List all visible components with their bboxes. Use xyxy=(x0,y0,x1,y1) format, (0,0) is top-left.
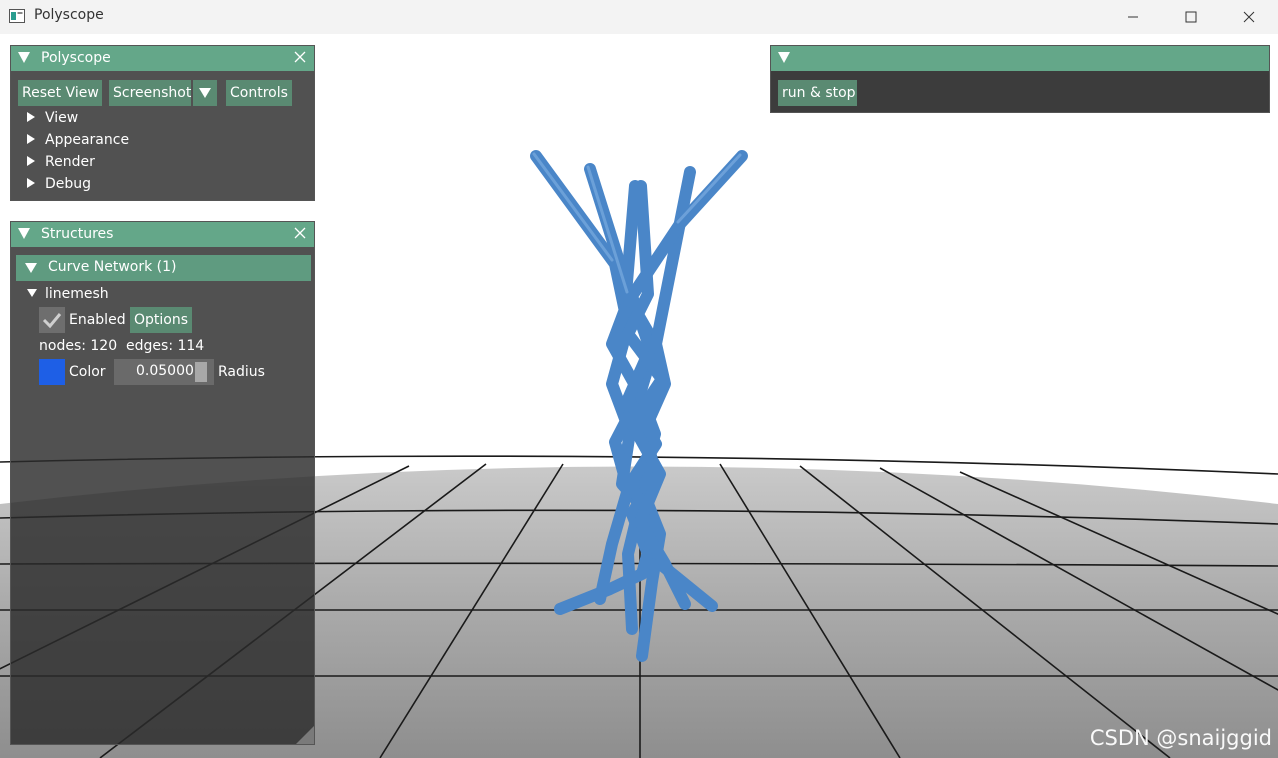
collapse-triangle-icon xyxy=(27,289,37,297)
mesh-stats: nodes: 120 edges: 114 xyxy=(39,338,205,354)
slider-handle[interactable] xyxy=(195,362,207,382)
collapse-triangle-icon[interactable] xyxy=(18,52,30,63)
radius-value: 0.05000 xyxy=(136,363,194,379)
app-icon xyxy=(9,9,25,23)
close-window-button[interactable] xyxy=(1220,0,1278,34)
group-title: Curve Network (1) xyxy=(48,259,177,275)
color-swatch[interactable] xyxy=(39,359,65,385)
screenshot-button[interactable]: Screenshot xyxy=(109,80,191,106)
polyscope-panel: Polyscope Reset View Screenshot Controls… xyxy=(10,45,315,201)
radius-slider[interactable]: 0.05000 xyxy=(114,359,214,385)
tree-item-linemesh[interactable]: linemesh xyxy=(27,286,109,302)
enabled-checkbox[interactable] xyxy=(39,307,65,333)
run-stop-button[interactable]: run & stop xyxy=(778,80,857,106)
chevron-down-icon xyxy=(199,88,211,98)
tree-item-view[interactable]: View xyxy=(27,110,78,126)
controls-button[interactable]: Controls xyxy=(226,80,292,106)
tree-item-appearance[interactable]: Appearance xyxy=(27,132,129,148)
expand-arrow-icon xyxy=(27,112,35,122)
user-panel: run & stop xyxy=(770,45,1270,113)
screenshot-options-button[interactable] xyxy=(193,80,217,106)
structures-panel: Structures Curve Network (1) linemesh En… xyxy=(10,221,315,745)
enabled-label: Enabled xyxy=(69,312,126,328)
checkmark-icon xyxy=(42,313,62,329)
color-label: Color xyxy=(69,364,106,380)
resize-grip-icon[interactable] xyxy=(296,726,314,744)
collapse-triangle-icon[interactable] xyxy=(778,52,790,63)
close-icon[interactable] xyxy=(294,51,306,63)
radius-label: Radius xyxy=(218,364,265,380)
window-titlebar: Polyscope xyxy=(0,0,1278,34)
polyscope-panel-header[interactable]: Polyscope xyxy=(11,46,314,71)
user-panel-header[interactable] xyxy=(771,46,1269,71)
tree-item-render[interactable]: Render xyxy=(27,154,95,170)
expand-arrow-icon xyxy=(27,156,35,166)
tree-item-debug[interactable]: Debug xyxy=(27,176,91,192)
maximize-button[interactable] xyxy=(1162,0,1220,34)
polyscope-panel-title: Polyscope xyxy=(41,50,111,66)
collapse-triangle-icon xyxy=(25,263,37,273)
window-title: Polyscope xyxy=(34,7,104,23)
close-icon[interactable] xyxy=(294,227,306,239)
structures-panel-header[interactable]: Structures xyxy=(11,222,314,247)
curve-network-group-header[interactable]: Curve Network (1) xyxy=(16,255,311,281)
options-button[interactable]: Options xyxy=(130,307,192,333)
watermark: CSDN @snaijggid xyxy=(1089,726,1272,750)
reset-view-button[interactable]: Reset View xyxy=(18,80,102,106)
maximize-icon xyxy=(1185,11,1197,23)
collapse-triangle-icon[interactable] xyxy=(18,228,30,239)
minimize-icon xyxy=(1128,16,1138,18)
minimize-button[interactable] xyxy=(1104,0,1162,34)
structures-panel-title: Structures xyxy=(41,226,114,242)
expand-arrow-icon xyxy=(27,134,35,144)
expand-arrow-icon xyxy=(27,178,35,188)
close-icon xyxy=(1243,11,1255,23)
